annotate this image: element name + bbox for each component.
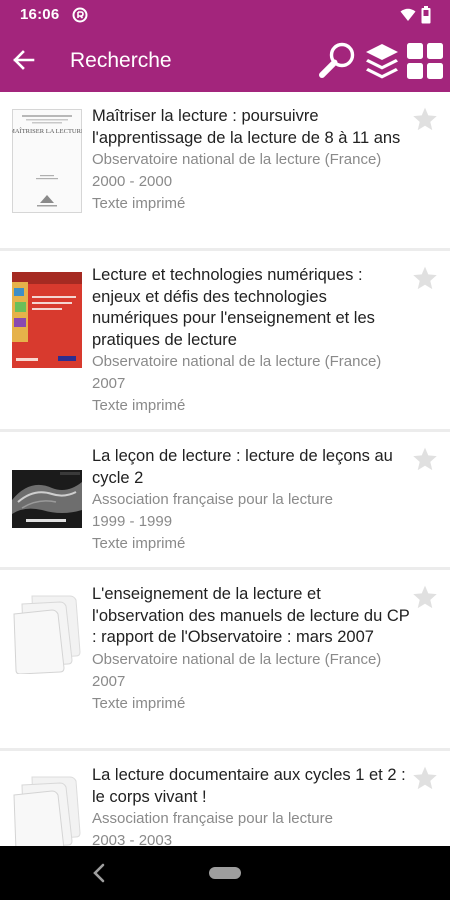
nav-back-icon[interactable] xyxy=(92,863,106,883)
page-title: Recherche xyxy=(70,49,172,72)
result-type: Texte imprimé xyxy=(92,397,186,415)
result-item[interactable]: Lecture et technologies numériques : enj… xyxy=(0,251,450,432)
layers-icon[interactable] xyxy=(364,42,400,80)
result-type: Texte imprimé xyxy=(92,195,186,213)
result-author: Observatoire national de la lecture (Fra… xyxy=(92,353,382,371)
wifi-icon xyxy=(400,8,416,21)
result-author: Observatoire national de la lecture (Fra… xyxy=(92,650,382,668)
status-bar: 16:06 xyxy=(0,0,450,30)
results-list: MAÎTRISER LA LECTURE Maîtriser la lectur… xyxy=(0,92,450,846)
star-icon[interactable] xyxy=(412,584,438,610)
star-icon[interactable] xyxy=(412,765,438,791)
app-notification-icon xyxy=(72,7,88,23)
cover-text: MAÎTRISER LA LECTURE xyxy=(12,127,82,135)
result-author: Association française pour la lecture xyxy=(92,810,333,828)
star-icon[interactable] xyxy=(412,106,438,132)
book-cover-maitriser: MAÎTRISER LA LECTURE xyxy=(12,109,82,213)
result-author: Observatoire national de la lecture (Fra… xyxy=(92,151,382,169)
result-item[interactable]: MAÎTRISER LA LECTURE Maîtriser la lectur… xyxy=(0,92,450,251)
result-date: 1999 - 1999 xyxy=(92,513,173,531)
book-cover-red xyxy=(12,272,82,368)
result-date: 2000 - 2000 xyxy=(92,173,173,191)
document-placeholder-icon xyxy=(13,595,81,674)
grid-view-icon[interactable] xyxy=(406,42,444,80)
document-placeholder-icon xyxy=(13,776,81,846)
result-title: Lecture et technologies numériques : enj… xyxy=(92,266,375,349)
result-title: L'enseignement de la lecture et l'observ… xyxy=(92,585,410,647)
result-item[interactable]: L'enseignement de la lecture et l'observ… xyxy=(0,570,450,751)
result-title: Maîtriser la lecture : poursuivre l'appr… xyxy=(92,107,401,147)
book-cover-dark xyxy=(12,470,82,528)
system-navigation-bar xyxy=(0,846,450,900)
result-date: 2007 xyxy=(92,672,126,690)
result-author: Association française pour la lecture xyxy=(92,491,333,509)
search-icon[interactable] xyxy=(318,40,358,80)
result-item[interactable]: La leçon de lecture : lecture de leçons … xyxy=(0,432,450,570)
result-type: Texte imprimé xyxy=(92,535,186,553)
nav-home-handle[interactable] xyxy=(209,867,241,879)
battery-icon xyxy=(421,6,431,24)
app-bar: Recherche xyxy=(0,30,450,92)
result-type: Texte imprimé xyxy=(92,694,186,712)
result-title: La leçon de lecture : lecture de leçons … xyxy=(92,447,393,487)
result-date: 2007 xyxy=(92,375,126,393)
star-icon[interactable] xyxy=(412,446,438,472)
result-date: 2003 - 2003 xyxy=(92,832,173,846)
result-item[interactable]: La lecture documentaire aux cycles 1 et … xyxy=(0,751,450,846)
arrow-left-icon[interactable] xyxy=(10,46,38,74)
status-time: 16:06 xyxy=(20,6,60,23)
result-title: La lecture documentaire aux cycles 1 et … xyxy=(92,766,406,806)
star-icon[interactable] xyxy=(412,265,438,291)
